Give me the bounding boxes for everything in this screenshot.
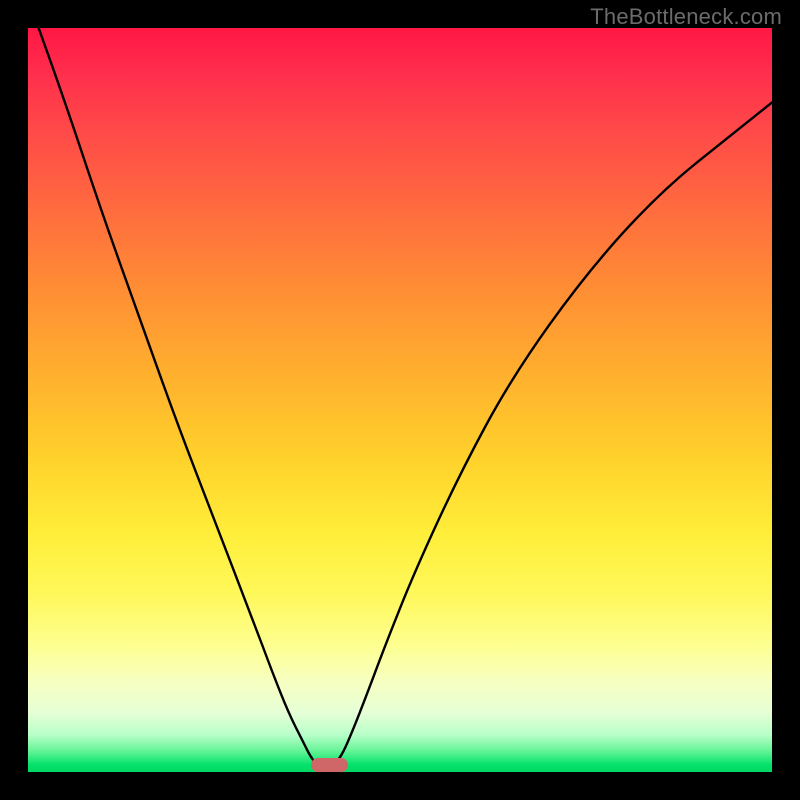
optimal-range-marker (311, 758, 348, 772)
chart-frame: TheBottleneck.com (0, 0, 800, 800)
curve-layer (28, 28, 772, 772)
bottleneck-curve (28, 28, 772, 770)
watermark-text: TheBottleneck.com (590, 4, 782, 30)
plot-area (28, 28, 772, 772)
